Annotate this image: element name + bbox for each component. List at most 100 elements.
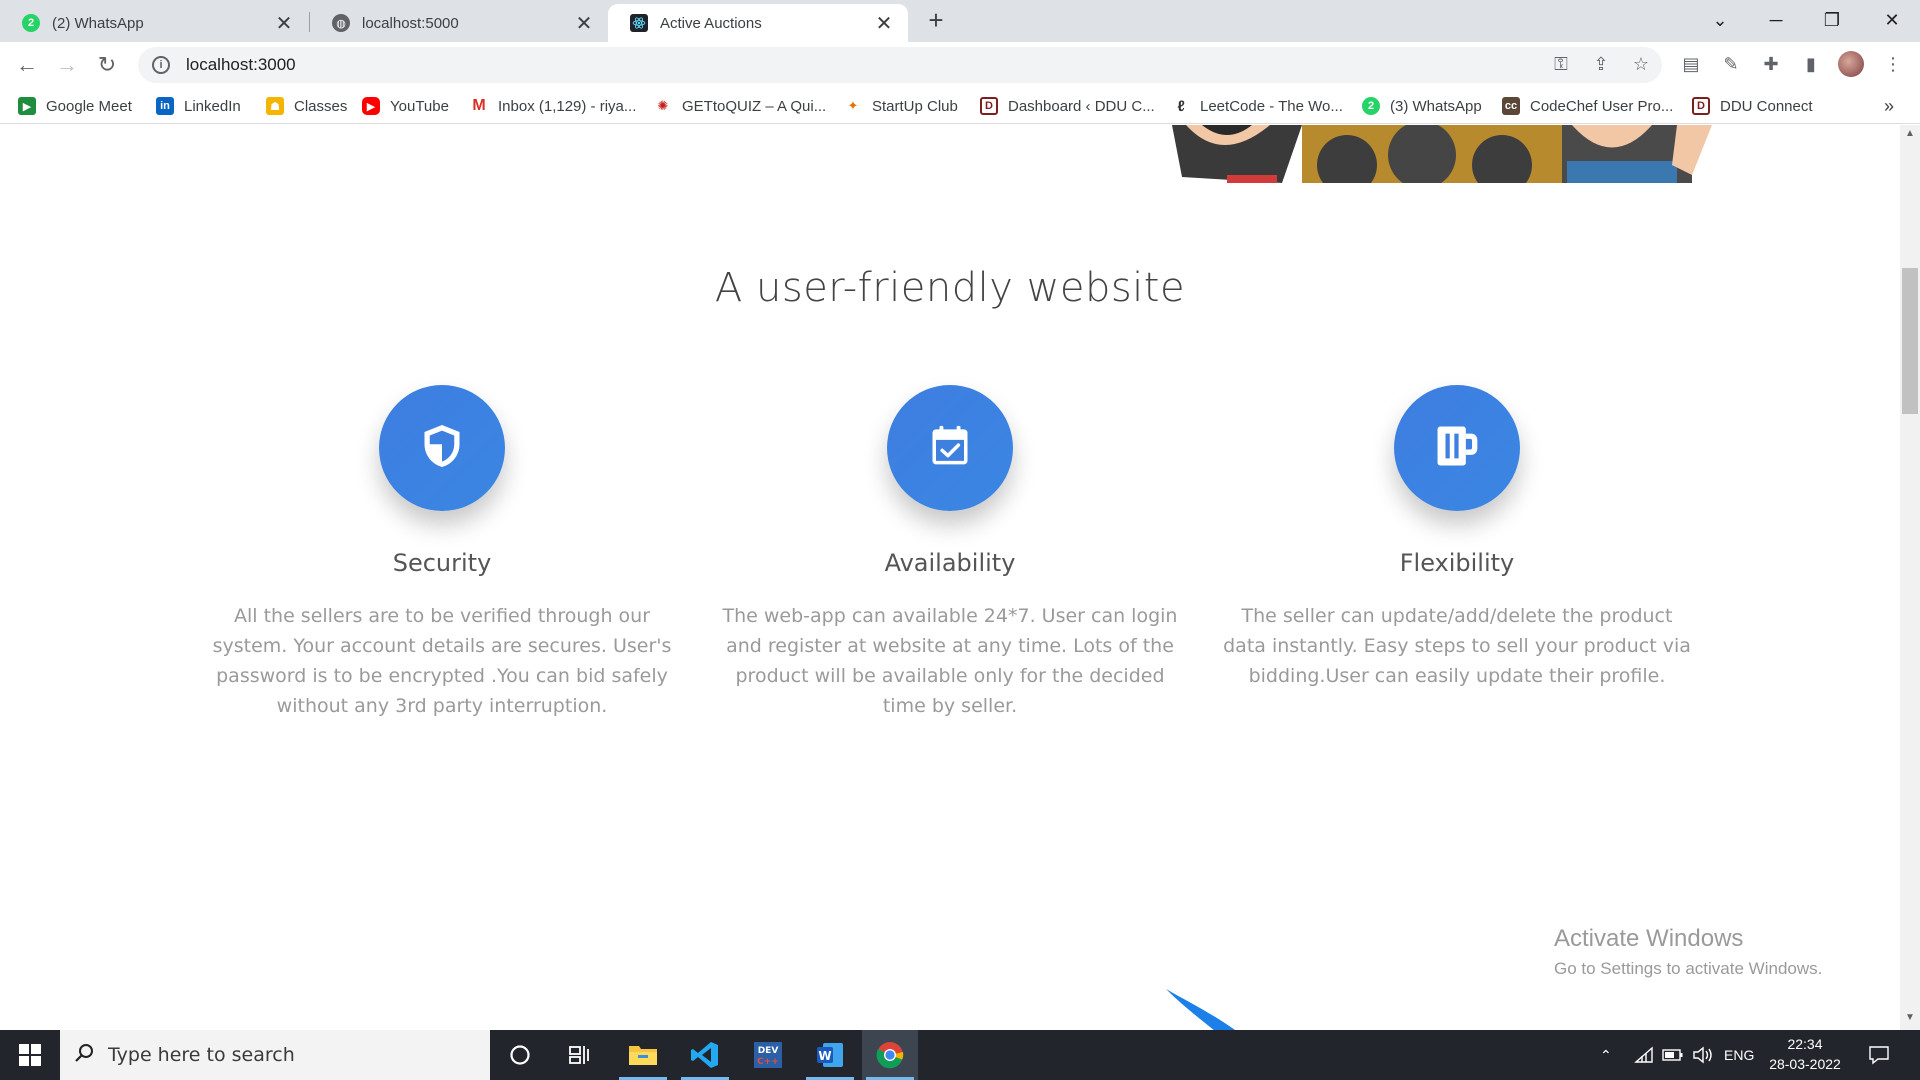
tab-search-chevron-icon[interactable]: ⌄ xyxy=(1692,0,1748,40)
bookmark-gmail-inbox[interactable]: M Inbox (1,129) - riya... xyxy=(470,95,636,117)
feature-icon-circle xyxy=(887,385,1013,511)
tab-localhost-5000[interactable]: ◍ localhost:5000 ✕ xyxy=(310,4,608,42)
bookmarks-bar: ▶ Google Meet in LinkedIn ☗ Classes ▶ Yo… xyxy=(0,88,1920,124)
feature-description: The web-app can available 24*7. User can… xyxy=(722,605,1178,717)
scrollbar-thumb[interactable] xyxy=(1902,268,1918,414)
calendar-check-icon xyxy=(929,424,971,473)
key-icon[interactable]: ⚿ xyxy=(1548,51,1574,77)
tab-close-button[interactable]: ✕ xyxy=(874,11,894,36)
ddu-icon: D xyxy=(1692,97,1710,115)
feature-flexibility: Flexibility The seller can update/add/de… xyxy=(1222,385,1692,691)
whatsapp-icon: 2 xyxy=(22,14,40,32)
forward-arrow-icon[interactable]: → xyxy=(52,50,82,80)
devcpp-icon[interactable]: DEV C++ xyxy=(740,1030,796,1080)
extensions-puzzle-icon[interactable]: ✚ xyxy=(1758,51,1784,77)
feature-description: The seller can update/add/delete the pro… xyxy=(1223,605,1691,687)
bookmark-youtube[interactable]: ▶ YouTube xyxy=(362,95,449,117)
bookmark-google-meet[interactable]: ▶ Google Meet xyxy=(18,95,132,117)
side-panel-icon[interactable]: ▮ xyxy=(1798,51,1824,77)
google-classroom-icon: ☗ xyxy=(266,97,284,115)
chrome-icon[interactable] xyxy=(862,1030,918,1080)
profile-avatar[interactable] xyxy=(1838,51,1864,77)
windows-start-button[interactable] xyxy=(0,1030,60,1080)
bookmark-label: LeetCode - The Wo... xyxy=(1200,97,1343,115)
bookmark-ddu-dashboard[interactable]: D Dashboard ‹ DDU C... xyxy=(980,95,1155,117)
mug-icon xyxy=(1434,424,1480,473)
site-info-icon[interactable]: i xyxy=(152,56,170,74)
new-tab-button[interactable]: + xyxy=(922,6,950,34)
bookmark-label: Google Meet xyxy=(46,97,132,115)
feature-icon-circle xyxy=(1394,385,1520,511)
bookmark-label: LinkedIn xyxy=(184,97,241,115)
tab-title: localhost:5000 xyxy=(362,14,459,32)
bookmark-startup-club[interactable]: ✦ StartUp Club xyxy=(844,95,958,117)
minimize-button[interactable]: ─ xyxy=(1748,0,1804,40)
tab-close-button[interactable]: ✕ xyxy=(274,11,294,36)
reload-icon[interactable]: ↻ xyxy=(92,50,122,80)
bookmark-label: YouTube xyxy=(390,97,449,115)
bookmark-label: CodeChef User Pro... xyxy=(1530,97,1674,115)
svg-text:W: W xyxy=(818,1049,831,1063)
codechef-icon: cc xyxy=(1502,97,1520,115)
tab-active-auctions[interactable]: Active Auctions ✕ xyxy=(608,4,908,42)
notifications-icon[interactable] xyxy=(1868,1030,1890,1080)
input-language-indicator[interactable]: ENG xyxy=(1724,1030,1754,1080)
bookmark-codechef[interactable]: cc CodeChef User Pro... xyxy=(1502,95,1673,117)
svg-text:DEV: DEV xyxy=(758,1046,779,1056)
battery-icon[interactable] xyxy=(1662,1030,1684,1080)
bookmark-label: StartUp Club xyxy=(872,97,958,115)
gmail-icon: M xyxy=(470,97,488,115)
cortana-icon[interactable] xyxy=(492,1030,548,1080)
google-meet-icon: ▶ xyxy=(18,97,36,115)
bookmark-linkedin[interactable]: in LinkedIn xyxy=(156,95,241,117)
more-menu-icon[interactable]: ⋮ xyxy=(1880,51,1906,77)
bookmarks-overflow-button[interactable]: » xyxy=(1884,95,1894,117)
bookmark-gettoquiz[interactable]: ✺ GETtoQUIZ – A Qui... xyxy=(654,95,826,117)
restore-button[interactable]: ❐ xyxy=(1804,0,1860,40)
network-icon[interactable] xyxy=(1634,1030,1654,1080)
volume-icon[interactable] xyxy=(1692,1030,1714,1080)
show-hidden-icons-chevron-icon[interactable]: ⌃ xyxy=(1600,1030,1612,1080)
tab-close-button[interactable]: ✕ xyxy=(574,11,594,36)
task-view-icon[interactable] xyxy=(552,1030,608,1080)
taskbar-clock[interactable]: 22:34 28-03-2022 xyxy=(1760,1034,1850,1074)
extension-notes-icon[interactable]: ▤ xyxy=(1678,51,1704,77)
react-icon xyxy=(630,14,648,32)
page-scrollbar[interactable] xyxy=(1900,125,1920,1030)
bookmark-label: Inbox (1,129) - riya... xyxy=(498,97,637,115)
tab-title: (2) WhatsApp xyxy=(52,14,144,32)
feature-title: Security xyxy=(392,549,492,577)
watermark-title: Activate Windows xyxy=(1554,925,1744,952)
clock-date: 28-03-2022 xyxy=(1769,1056,1841,1072)
bookmark-whatsapp[interactable]: 2 (3) WhatsApp xyxy=(1362,95,1482,117)
scroll-down-arrow-icon[interactable]: ▼ xyxy=(1900,1012,1920,1028)
extension-edit-icon[interactable]: ✎ xyxy=(1718,51,1744,77)
scroll-up-arrow-icon[interactable]: ▲ xyxy=(1900,128,1920,144)
window-close-button[interactable]: ✕ xyxy=(1864,0,1920,40)
bookmark-classes[interactable]: ☗ Classes xyxy=(266,95,347,117)
taskbar-search-box[interactable]: Type here to search xyxy=(60,1030,490,1080)
address-url[interactable]: localhost:3000 xyxy=(186,55,296,75)
shield-icon xyxy=(421,423,463,474)
tab-whatsapp[interactable]: 2 (2) WhatsApp ✕ xyxy=(0,4,308,42)
feature-description: All the sellers are to be verified throu… xyxy=(212,605,672,717)
bookmark-label: (3) WhatsApp xyxy=(1390,97,1482,115)
feature-title: Availability xyxy=(884,549,1016,577)
bookmark-leetcode[interactable]: ℓ LeetCode - The Wo... xyxy=(1172,95,1343,117)
bookmark-ddu-connect[interactable]: D DDU Connect xyxy=(1692,95,1813,117)
file-explorer-icon[interactable] xyxy=(615,1030,671,1080)
clock-time: 22:34 xyxy=(1787,1036,1823,1052)
back-arrow-icon[interactable]: ← xyxy=(12,50,42,80)
word-icon[interactable]: W xyxy=(802,1030,858,1080)
share-icon[interactable]: ⇪ xyxy=(1588,51,1614,77)
globe-icon: ◍ xyxy=(332,14,350,32)
feature-security: Security All the sellers are to be verif… xyxy=(207,385,677,721)
activate-windows-watermark: Activate Windows Go to Settings to activ… xyxy=(1554,925,1822,979)
address-bar[interactable]: i localhost:3000 xyxy=(138,47,1662,83)
vscode-icon[interactable] xyxy=(677,1030,733,1080)
page-viewport: A user-friendly website Security All the… xyxy=(0,125,1900,1030)
bookmark-star-icon[interactable]: ☆ xyxy=(1628,51,1654,77)
bookmark-label: GETtoQUIZ – A Qui... xyxy=(682,97,827,115)
windows-taskbar: Type here to search DEV C++ W ⌃ ENG 22:34… xyxy=(0,1030,1920,1080)
tab-title: Active Auctions xyxy=(660,14,762,32)
